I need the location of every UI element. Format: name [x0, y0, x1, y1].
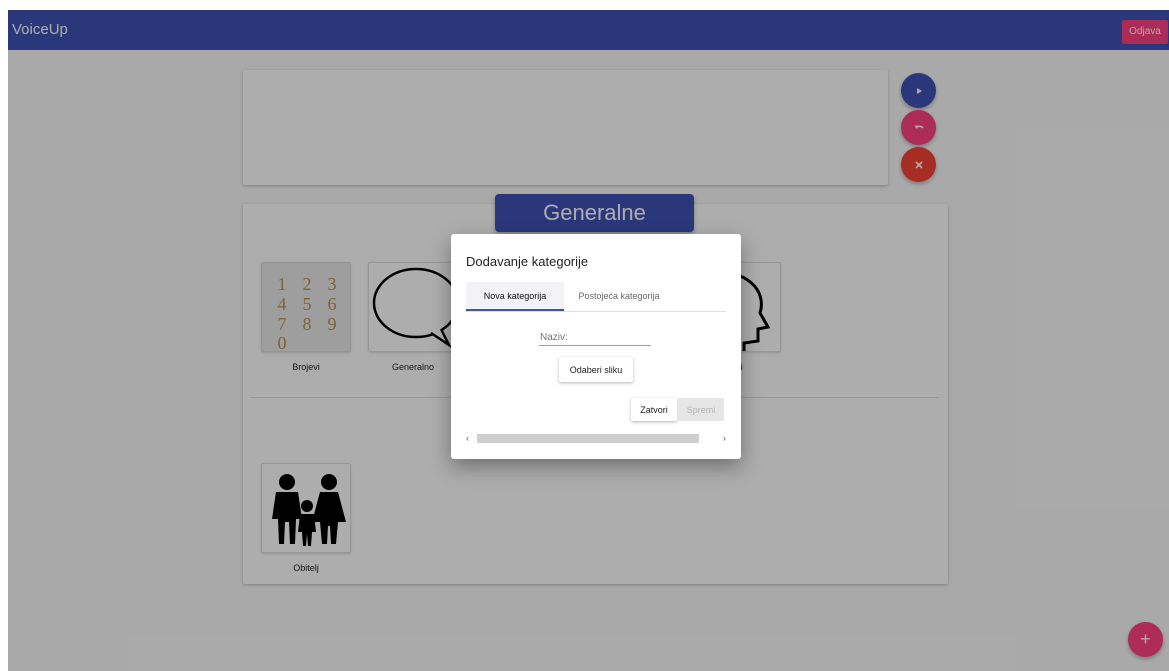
- choose-image-button[interactable]: Odaberi sliku: [559, 357, 633, 382]
- category-name-input[interactable]: [539, 329, 651, 346]
- dialog-title: Dodavanje kategorije: [466, 254, 589, 269]
- save-button: Spremi: [678, 398, 724, 421]
- add-category-dialog: Dodavanje kategorije Nova kategorija Pos…: [451, 234, 741, 459]
- scrollbar-thumb[interactable]: [477, 434, 699, 443]
- tabs-divider: [466, 311, 726, 312]
- app-page: VoiceUp Odjava Generalne kategorije 1 2 …: [8, 10, 1169, 671]
- horizontal-scrollbar[interactable]: ‹ ›: [466, 433, 726, 443]
- close-button[interactable]: Zatvori: [631, 398, 677, 421]
- tab-existing-category[interactable]: Postojeća kategorija: [564, 282, 674, 311]
- scroll-right-icon[interactable]: ›: [723, 433, 726, 443]
- tab-new-category[interactable]: Nova kategorija: [466, 282, 564, 311]
- scroll-left-icon[interactable]: ‹: [466, 433, 469, 443]
